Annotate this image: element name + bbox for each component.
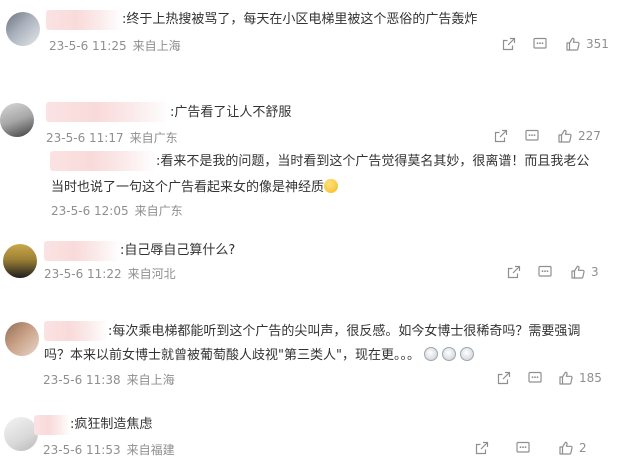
reply-button[interactable] [515,440,531,456]
like-count: 2 [579,441,587,455]
comment-meta: 23-5-6 11:53 来自福建 [43,441,181,458]
username[interactable] [34,415,70,435]
comment-icon [532,36,548,52]
comment-icon [537,264,553,280]
avatar[interactable] [0,103,34,137]
comment-text: :每次乘电梯都能听到这个广告的尖叫声，很反感。如今女博士很稀奇吗？需要强调 [108,324,581,339]
username[interactable] [46,10,122,30]
avatar[interactable] [5,322,39,356]
share-button[interactable] [493,128,509,144]
comment-date: 23-5-6 11:25 [49,39,127,53]
share-icon [493,128,509,144]
comment-date: 23-5-6 11:17 [46,131,124,145]
comment-date: 23-5-6 12:05 [51,204,129,218]
reply-button[interactable] [532,36,548,52]
thumbs-up-icon [558,440,574,456]
avatar[interactable] [6,12,40,46]
comment-text: :终于上热搜被骂了，每天在小区电梯里被这个恶俗的广告轰炸 [122,12,478,27]
crying-emoji-icon [441,347,456,361]
comment-text: :自己辱自己算什么? [120,243,236,258]
comment-meta: 23-5-6 11:22 来自河北 [44,265,182,282]
username[interactable] [44,321,108,341]
crying-emoji-icon [459,347,474,361]
share-button[interactable] [506,264,522,280]
comment-text: :疯狂制造焦虑 [70,417,153,432]
like-count: 185 [579,371,602,385]
comment-meta: 23-5-6 11:25 来自上海 [49,37,187,54]
like-button[interactable]: 2 [558,440,587,456]
comment-location: 来自福建 [126,443,175,457]
share-button[interactable] [474,440,490,456]
comment-location: 来自河北 [127,267,176,281]
reply-button[interactable] [524,128,540,144]
reply-text: :看来不是我的问题，当时看到这个广告觉得莫名其妙，很离谱！而且我老公 [156,154,590,169]
thumbs-up-icon [570,264,586,280]
like-count: 227 [578,129,601,143]
comment-meta: 23-5-6 11:38 来自上海 [43,371,181,388]
comment-meta: 23-5-6 12:05 来自广东 [51,202,189,219]
reply-text-line-2: 当时也说了一句这个广告看起来女的像是神经质 [51,178,339,198]
like-button[interactable]: 351 [565,36,609,52]
share-icon [506,264,522,280]
thumbs-up-icon [558,370,574,386]
comment-icon [515,440,531,456]
like-button[interactable]: 185 [558,370,602,386]
like-count: 351 [586,37,609,51]
like-count: 3 [591,265,599,279]
thumbs-up-icon [557,128,573,144]
avatar[interactable] [3,244,37,278]
comment-date: 23-5-6 11:53 [43,443,121,457]
comment-text-line-2: 吗？本来以前女博士就曾被葡萄酸人歧视"第三类人"，现在更。。。 [44,346,474,366]
reply-button[interactable] [527,370,543,386]
comment-location: 来自上海 [126,373,175,387]
comment-icon [524,128,540,144]
comment-text: :广告看了让人不舒服 [170,105,292,120]
comment-location: 来自广东 [134,204,183,218]
share-icon [501,36,517,52]
crying-emoji-icon [423,347,438,361]
username[interactable] [46,102,170,122]
comment-location: 来自上海 [132,39,181,53]
avatar[interactable] [4,417,38,451]
comment-icon [527,370,543,386]
comment-date: 23-5-6 11:22 [44,267,122,281]
share-icon [474,440,490,456]
like-button[interactable]: 3 [570,264,599,280]
share-button[interactable] [496,370,512,386]
comment-date: 23-5-6 11:38 [43,373,121,387]
share-icon [496,370,512,386]
reply-button[interactable] [537,264,553,280]
share-button[interactable] [501,36,517,52]
comment-location: 来自广东 [129,131,178,145]
username[interactable] [44,241,120,261]
username[interactable] [50,151,156,171]
like-button[interactable]: 227 [557,128,601,144]
thumbs-up-icon [565,36,581,52]
smile-emoji-icon [324,179,339,193]
comment-meta: 23-5-6 11:17 来自广东 [46,129,184,146]
